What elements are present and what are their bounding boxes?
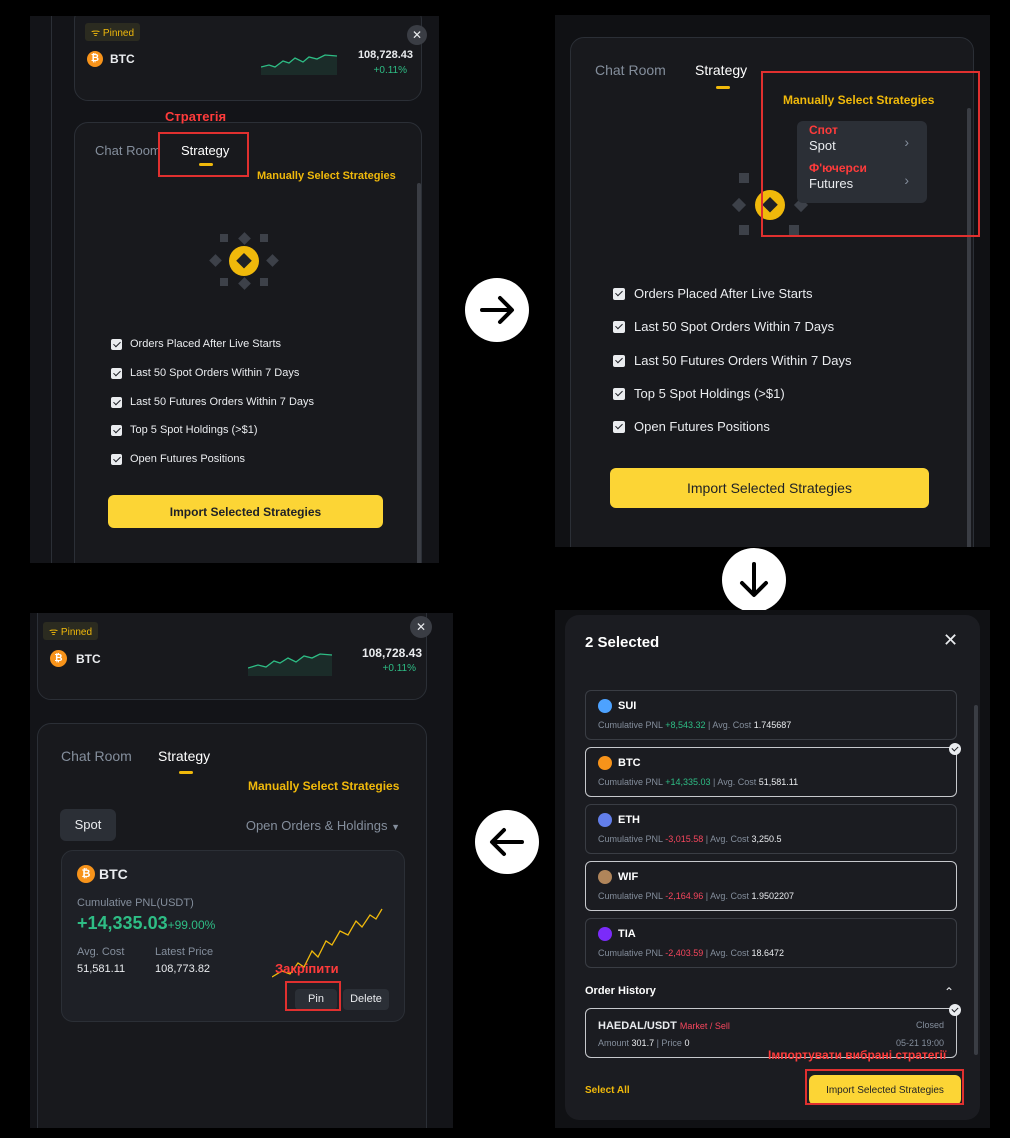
arrow-down-icon: [722, 548, 786, 612]
checkbox-icon[interactable]: [613, 320, 625, 333]
holding-card: ₿ BTC Cumulative PNL(USDT) +14,335.03+99…: [61, 850, 405, 1022]
option-row[interactable]: Last 50 Spot Orders Within 7 Days: [613, 319, 834, 334]
sparkline-chart: [248, 653, 332, 676]
manual-select-link[interactable]: Manually Select Strategies: [257, 170, 396, 182]
select-all-button[interactable]: Select All: [585, 1085, 630, 1096]
arrow-left-icon: [475, 810, 539, 874]
coin-icon: [598, 756, 612, 770]
dialog-title: 2 Selected: [585, 634, 660, 651]
checkbox-icon[interactable]: [111, 453, 122, 465]
chevron-up-icon[interactable]: ⌃: [944, 985, 954, 999]
strategy-card: Chat Room Strategy Manually Select Strat…: [37, 723, 427, 1128]
option-row[interactable]: Open Futures Positions: [613, 419, 770, 434]
side-strip: [30, 16, 52, 563]
pnl-value: +14,335.03+99.00%: [77, 913, 216, 933]
check-icon: [949, 743, 961, 755]
delete-button[interactable]: Delete: [343, 989, 389, 1010]
checkbox-icon[interactable]: [613, 420, 625, 433]
coin-icon: [598, 813, 612, 827]
strategy-card: Chat Room Strategy Manually Select Strat…: [74, 122, 422, 563]
pinned-symbol: BTC: [76, 652, 101, 666]
import-selected-button[interactable]: Import Selected Strategies: [108, 495, 383, 528]
holding-symbol: BTC: [99, 866, 128, 882]
list-item[interactable]: ETH Cumulative PNL -3,015.58 | Avg. Cost…: [585, 804, 957, 854]
checkbox-icon[interactable]: [111, 396, 122, 408]
option-row[interactable]: Open Futures Positions: [111, 453, 245, 465]
close-pinned-button[interactable]: ✕: [410, 616, 432, 638]
tab-strategy[interactable]: Strategy: [158, 748, 210, 764]
annotation-label: Закріпити: [275, 961, 339, 976]
checkbox-icon[interactable]: [613, 354, 625, 367]
coin-icon: [598, 927, 612, 941]
checkbox-icon[interactable]: [111, 367, 122, 379]
arrow-right-icon: [465, 278, 529, 342]
annotation-label: Стратегія: [165, 109, 227, 124]
list-item[interactable]: WIF Cumulative PNL -2,164.96 | Avg. Cost…: [585, 861, 957, 911]
pinned-card: ᯤ Pinned ₿ BTC 108,728.43 +0.11%: [37, 613, 427, 700]
list-item[interactable]: TIA Cumulative PNL -2,403.59 | Avg. Cost…: [585, 918, 957, 968]
close-icon[interactable]: ✕: [943, 630, 958, 651]
pinned-change: +0.11%: [373, 65, 407, 76]
avg-cost-value: 51,581.11: [77, 963, 126, 975]
pnl-label: Cumulative PNL(USDT): [77, 897, 194, 909]
pinned-badge: ᯤ Pinned: [43, 622, 99, 640]
annotation-label: Імпортувати вибрані стратегії: [768, 1048, 947, 1062]
annotation-box: [761, 71, 980, 237]
pinned-card: ᯤ Pinned ₿ BTC 108,728.43 +0.11%: [74, 16, 422, 101]
annotation-box: [805, 1069, 964, 1105]
btc-coin-icon: ₿: [50, 650, 67, 667]
panel-2: Chat Room Strategy Manually Select Strat…: [555, 15, 990, 547]
sparkline-chart: [261, 54, 337, 75]
manual-select-link[interactable]: Manually Select Strategies: [248, 779, 399, 793]
scrollbar[interactable]: [417, 183, 421, 563]
latest-price-label: Latest Price: [155, 946, 214, 958]
tab-chat-room[interactable]: Chat Room: [61, 748, 132, 764]
checkbox-icon[interactable]: [613, 387, 625, 400]
pinned-price: 108,728.43: [361, 646, 422, 660]
option-row[interactable]: Top 5 Spot Holdings (>$1): [111, 424, 258, 436]
annotation-box: [158, 132, 249, 177]
checkbox-icon[interactable]: [613, 287, 625, 300]
option-row[interactable]: Last 50 Futures Orders Within 7 Days: [613, 353, 851, 368]
option-row[interactable]: Last 50 Spot Orders Within 7 Days: [111, 367, 299, 379]
close-pinned-button[interactable]: ✕: [407, 25, 427, 45]
coin-icon: [598, 870, 612, 884]
check-icon: [949, 1004, 961, 1016]
avg-cost-label: Avg. Cost: [77, 946, 125, 958]
pinned-change: +0.11%: [382, 663, 416, 674]
btc-coin-icon: ₿: [77, 865, 95, 883]
checkbox-icon[interactable]: [111, 338, 122, 350]
panel-4: 2 Selected ✕ SUI Cumulative PNL +8,543.3…: [555, 610, 990, 1128]
orders-holdings-dropdown[interactable]: Open Orders & Holdings ▼: [246, 818, 400, 833]
btc-coin-icon: ₿: [87, 51, 103, 67]
spot-pill[interactable]: Spot: [60, 809, 116, 841]
pinned-badge: ᯤ Pinned: [85, 23, 141, 41]
order-history-header: Order History: [585, 985, 656, 997]
tab-underline: [179, 771, 193, 774]
tab-chat-room[interactable]: Chat Room: [95, 143, 161, 158]
latest-price-value: 108,773.82: [155, 963, 211, 975]
strategy-diamond-icon: [208, 228, 283, 303]
checkbox-icon[interactable]: [111, 424, 122, 436]
tab-chat-room[interactable]: Chat Room: [595, 62, 666, 78]
import-selected-button[interactable]: Import Selected Strategies: [610, 468, 929, 508]
tab-strategy[interactable]: Strategy: [695, 62, 747, 78]
tab-underline: [716, 86, 730, 89]
panel-1: ᯤ Pinned ₿ BTC 108,728.43 +0.11% ✕ Chat …: [30, 16, 439, 563]
selection-dialog: 2 Selected ✕ SUI Cumulative PNL +8,543.3…: [565, 615, 980, 1120]
annotation-box: [285, 981, 341, 1011]
coin-icon: [598, 699, 612, 713]
pinned-price: 108,728.43: [357, 49, 413, 61]
option-row[interactable]: Orders Placed After Live Starts: [613, 286, 812, 301]
option-row[interactable]: Last 50 Futures Orders Within 7 Days: [111, 396, 314, 408]
list-item[interactable]: SUI Cumulative PNL +8,543.32 | Avg. Cost…: [585, 690, 957, 740]
list-item[interactable]: BTC Cumulative PNL +14,335.03 | Avg. Cos…: [585, 743, 961, 797]
panel-3: ᯤ Pinned ₿ BTC 108,728.43 +0.11% ✕ Chat …: [30, 613, 453, 1128]
pinned-symbol: BTC: [110, 52, 135, 66]
scrollbar[interactable]: [974, 705, 978, 1055]
caret-down-icon: ▼: [391, 822, 400, 832]
option-row[interactable]: Top 5 Spot Holdings (>$1): [613, 386, 785, 401]
option-row[interactable]: Orders Placed After Live Starts: [111, 338, 281, 350]
